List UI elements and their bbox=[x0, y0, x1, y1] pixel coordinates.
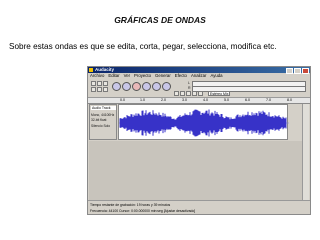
track-format: Mono, 44100Hz bbox=[91, 113, 115, 117]
waveform-graph bbox=[119, 109, 289, 137]
track-name[interactable]: Audio Track bbox=[91, 106, 116, 110]
draw-tool-icon[interactable] bbox=[103, 81, 108, 86]
waveform-bars bbox=[119, 109, 287, 137]
time-shift-tool-icon[interactable] bbox=[97, 87, 102, 92]
ruler-tick: 3.0 bbox=[182, 98, 187, 102]
ruler-tick: 1.0 bbox=[140, 98, 145, 102]
status-bar: Tiempo restante de grabación: 19 horas y… bbox=[88, 200, 310, 214]
meter-left-label: L bbox=[188, 81, 190, 85]
slide-title: GRÁFICAS DE ONDAS bbox=[114, 15, 206, 25]
ruler-tick: 4.0 bbox=[203, 98, 208, 102]
multi-tool-icon[interactable] bbox=[103, 87, 108, 92]
paste-icon[interactable] bbox=[186, 91, 191, 96]
slide-body-text: Sobre estas ondas es que se edita, corta… bbox=[9, 42, 277, 51]
track-bitdepth: 32-bit float bbox=[91, 118, 107, 122]
input-device-select[interactable]: Estéreo Mix bbox=[208, 91, 230, 96]
stop-icon[interactable] bbox=[152, 82, 161, 91]
record-icon[interactable] bbox=[132, 82, 141, 91]
skip-end-icon[interactable] bbox=[162, 82, 171, 91]
undo-icon[interactable] bbox=[192, 91, 197, 96]
empty-project-area[interactable] bbox=[89, 141, 302, 200]
toolbar: L R Estéreo Mix bbox=[88, 79, 310, 98]
app-icon bbox=[89, 68, 93, 72]
track-control-panel[interactable]: Audio Track Mono, 44100Hz 32-bit float S… bbox=[89, 104, 117, 140]
status-frequency-cursor: Frecuencia: 44100 Cursor: 0:00.000000 mi… bbox=[90, 208, 196, 213]
ruler-tick: 7.0 bbox=[266, 98, 271, 102]
waveform-area[interactable] bbox=[118, 104, 289, 140]
copy-icon[interactable] bbox=[180, 91, 185, 96]
meter-right-label: R bbox=[188, 86, 191, 90]
track-mute-solo-buttons[interactable]: Silencio Solo bbox=[91, 124, 110, 128]
ruler-tick: 0.0 bbox=[120, 98, 125, 102]
cut-icon[interactable] bbox=[174, 91, 179, 96]
status-recording-time: Tiempo restante de grabación: 19 horas y… bbox=[90, 203, 171, 207]
ruler-tick: 2.0 bbox=[161, 98, 166, 102]
ruler-tick: 6.0 bbox=[245, 98, 250, 102]
pause-icon[interactable] bbox=[142, 82, 151, 91]
audio-editor-screenshot: Audacity Archivo Editar Ver Proyecto Gen… bbox=[87, 66, 311, 215]
vertical-scrollbar[interactable] bbox=[302, 104, 309, 200]
redo-icon[interactable] bbox=[198, 91, 203, 96]
envelope-tool-icon[interactable] bbox=[97, 81, 102, 86]
skip-start-icon[interactable] bbox=[112, 82, 121, 91]
ruler-tick: 8.0 bbox=[287, 98, 292, 102]
zoom-tool-icon[interactable] bbox=[91, 87, 96, 92]
play-icon[interactable] bbox=[122, 82, 131, 91]
selection-tool-icon[interactable] bbox=[91, 81, 96, 86]
ruler-tick: 5.0 bbox=[224, 98, 229, 102]
